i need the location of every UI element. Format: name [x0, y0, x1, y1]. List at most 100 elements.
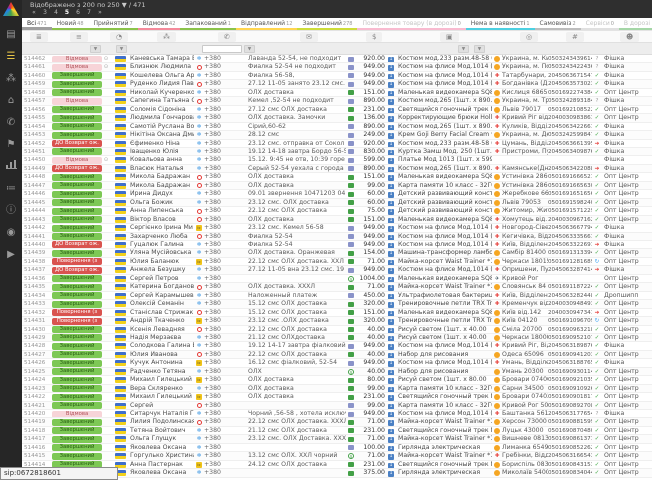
table-row[interactable]: 514422ЗавершенийМихаил Гилецькийlc+380ОЛ… — [22, 393, 652, 401]
tracking-number[interactable]: 20450631887654 — [548, 359, 592, 366]
table-row[interactable]: 514461Відмова⊙Близнюк Людмила+380Фиалка … — [22, 63, 652, 71]
page-button-3[interactable]: 3 — [41, 9, 49, 16]
table-row[interactable]: 514435ЗавершенийКатерина Богданова+380ОЛ… — [22, 283, 652, 291]
table-row[interactable]: 514442ЗавершенийСергієнко Ірина Миlc+380… — [22, 224, 652, 232]
table-row[interactable]: 514443ЗавершенийВіктор Власов+380ОЛХ дос… — [22, 216, 652, 224]
tracking-number[interactable]: 20400309671628 — [548, 216, 592, 223]
table-row[interactable]: 514434ЗавершенийСергей Карамышев✲+380Нал… — [22, 292, 652, 300]
tab-Всі[interactable]: Всі471 — [22, 18, 52, 30]
tracking-number[interactable]: 0501690910926 — [548, 385, 592, 392]
table-row[interactable]: 514459ЗавершенийРуденко Лидия Пав+38027.… — [22, 80, 652, 88]
phone-number[interactable]: +380 — [204, 376, 246, 383]
phone-number[interactable]: +380 — [204, 216, 246, 223]
phone-number[interactable]: +380 — [204, 292, 246, 299]
tracking-number[interactable]: 20450634226619 — [548, 123, 592, 130]
phone-number[interactable]: +380 — [204, 266, 246, 273]
table-row[interactable]: 514450Відмова⊙Ковальова анна✲+38015.12. … — [22, 156, 652, 164]
tab-Нема в наявності[interactable]: Нема в наявності1 — [466, 18, 535, 30]
last-page-button[interactable]: » — [96, 9, 104, 16]
page-button-4[interactable]: 4 — [52, 9, 60, 16]
phone-number[interactable]: +380 — [204, 258, 246, 265]
table-row[interactable]: 514462Відмова⊙Каневська Тамара В✲+380Лав… — [22, 55, 652, 63]
tracking-number[interactable]: 20450633356614 — [548, 233, 592, 240]
table-row[interactable]: 514458ЗавершенийНиколай Кучеренко✲+380ОЛ… — [22, 89, 652, 97]
money-icon[interactable]: $ — [366, 32, 382, 42]
table-row[interactable]: 514446ЗавершенийИрина Дидух✲+38009.01 зв… — [22, 190, 652, 198]
phone-number[interactable]: +380 — [204, 190, 246, 197]
table-row[interactable]: 514430ЗавершенийКсенія Левадняя+38022.12… — [22, 326, 652, 334]
tracking-number[interactable]: 0501692108522 — [548, 106, 592, 113]
table-row[interactable]: 514427ЗавершенийЮлия Иванова+38022.12 см… — [22, 351, 652, 359]
phone-number[interactable]: +380 — [204, 469, 246, 476]
phone-number[interactable]: +380 — [204, 72, 246, 79]
tab-Новий[interactable]: Новий48 — [52, 18, 89, 30]
tracking-number[interactable]: 0501691313394 — [548, 249, 592, 256]
manager-icon[interactable]: ☻ — [620, 32, 639, 42]
tracking-number[interactable]: 20400309838613 — [548, 114, 592, 121]
phone-number[interactable]: +380 — [204, 300, 246, 307]
table-row[interactable]: 514420ВідмоваСитарчук Наталія Гр✲+380Чор… — [22, 410, 652, 418]
page-button-6[interactable]: 6 — [74, 9, 82, 16]
table-row[interactable]: 514454ЗавершенийСамотій Руслана Во✲+380С… — [22, 123, 652, 131]
phone-number[interactable]: +380 — [204, 402, 246, 409]
tracking-number[interactable]: 20450631665432 — [548, 452, 592, 459]
phone-number[interactable]: +380 — [204, 351, 246, 358]
phone-number[interactable]: +380 — [204, 418, 246, 425]
phone-number[interactable]: +380 — [204, 444, 246, 451]
tracking-number[interactable]: 20450636677947 — [548, 224, 592, 231]
phone-number[interactable]: +380 — [204, 334, 246, 341]
settings-sliders-icon[interactable]: ≔ — [0, 178, 22, 200]
phone-number[interactable]: +380 — [204, 385, 246, 392]
tracking-number[interactable]: 20450632874148 — [548, 266, 592, 273]
tracking-number[interactable]: 0501690892708 — [548, 402, 592, 409]
phone-number[interactable]: +380 — [204, 224, 246, 231]
table-row[interactable]: 514452ДО Возврат ож.Єфименко Ніна✲+38023… — [22, 140, 652, 148]
phone-number[interactable]: +380 — [204, 283, 246, 290]
phone-number[interactable]: +380 — [204, 317, 246, 324]
tracking-number[interactable]: 20400309473416 — [548, 309, 592, 316]
tracking-number[interactable]: 20450634098760 — [548, 148, 592, 155]
table-row[interactable]: 514440ДО Возврат ож.Гуцалюк Галина✲+380Ф… — [22, 241, 652, 249]
phone-number[interactable]: +380 — [204, 233, 246, 240]
table-row[interactable]: 514418ЗавершенийТетяна Войтович✲+38021.1… — [22, 427, 652, 435]
tracking-number[interactable]: 0501691187224 — [548, 283, 592, 290]
table-row[interactable]: 514417ЗавершенийОльга Глущук✲+38023.12 с… — [22, 435, 652, 443]
tracking-number[interactable] — [548, 275, 592, 282]
customers-icon[interactable]: ⁂ — [0, 68, 22, 90]
tab-Відправлений[interactable]: Відправлений12 — [236, 18, 298, 30]
phone-number[interactable]: +380 — [204, 123, 246, 130]
tab-Прийнятий[interactable]: Прийнятий7 — [89, 18, 138, 30]
status-filter-dropdown[interactable]: ▼ — [90, 45, 101, 53]
phone-number[interactable]: +380 — [204, 359, 246, 366]
tab-Відмова[interactable]: Відмова42 — [138, 18, 181, 30]
table-row[interactable]: 514447ЗавершенийМикола Бадражан+380ОЛХ д… — [22, 182, 652, 190]
tab-Сервіси[interactable]: Сервіси0 — [581, 18, 619, 30]
table-row[interactable]: 514431Повернення (зАндрій Ткаченкоlc+380… — [22, 317, 652, 325]
table-row[interactable]: 514421ЗавершенийСергей+38099.001Карта па… — [22, 402, 652, 410]
tab-Повернення товару (в дорозі)[interactable]: Повернення товару (в дорозі)0 — [357, 18, 465, 30]
tab-Запакований[interactable]: Запакований1 — [180, 18, 236, 30]
tracking-number[interactable]: 0501692274384 — [548, 89, 592, 96]
table-row[interactable]: 514460ЗавершенийКошелева Ольга Ар✲+380Фи… — [22, 72, 652, 80]
phone-number[interactable]: +380 — [204, 461, 246, 468]
orders-icon[interactable]: ☰ — [0, 46, 22, 68]
phone-icon[interactable]: ✆ — [218, 32, 236, 42]
comment-icon[interactable]: ✉ — [300, 32, 318, 42]
tab-Завершений[interactable]: Завершений278 — [297, 18, 357, 30]
table-row[interactable]: 514453ЗавершенийНікітіна Оксана Дми✲+380… — [22, 131, 652, 139]
tracking-number[interactable]: 0501690834044 — [548, 469, 592, 476]
monitoring-icon[interactable]: ◉ — [0, 222, 22, 244]
phone-number[interactable]: +380 — [204, 140, 246, 147]
tracking-number[interactable]: 20450636715475 — [548, 72, 592, 79]
tracking-number[interactable] — [548, 156, 592, 163]
phone-number[interactable]: +380 — [204, 427, 246, 434]
video-tutorials-icon[interactable]: ▶ — [0, 244, 22, 266]
table-row[interactable]: 514437ДО Возврат ож.Анжела Безушку✲+3802… — [22, 266, 652, 274]
tracking-number[interactable]: 20450632824487 — [548, 292, 592, 299]
tab-В дорозі додому[interactable]: В дорозі додому0 — [619, 18, 652, 30]
table-row[interactable]: 514415ЗавершенийГоргулько Христина✲+3801… — [22, 452, 652, 460]
page-button-7[interactable]: 7 — [85, 9, 93, 16]
tracking-number[interactable]: 20400309484935 — [548, 300, 592, 307]
phone-number[interactable]: +380 — [204, 326, 246, 333]
table-row[interactable]: 514423ЗавершенийВера Скляренко✲+380ОЛХ д… — [22, 385, 652, 393]
